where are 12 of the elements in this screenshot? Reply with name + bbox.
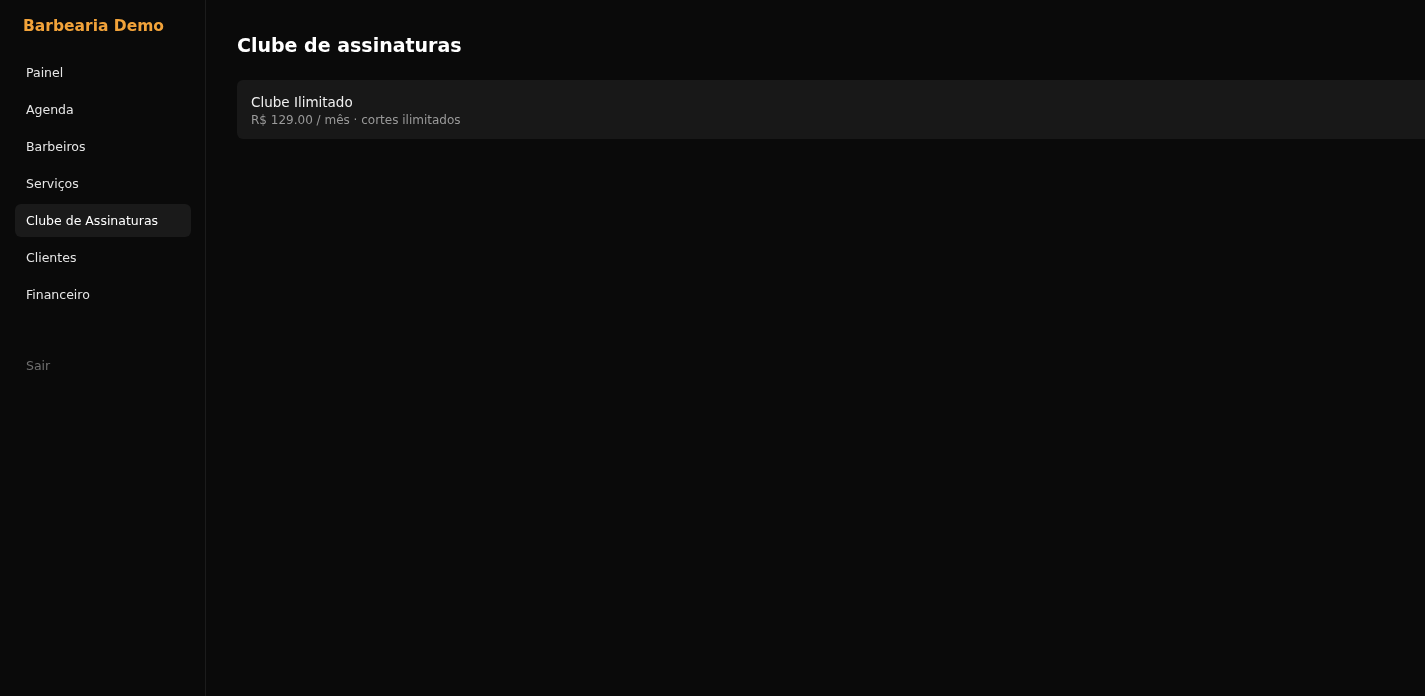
nav-item[interactable]: Painel xyxy=(15,56,191,89)
brand-title: Barbearia Demo xyxy=(22,17,165,35)
nav-item[interactable]: Clientes xyxy=(15,241,191,274)
plan-name: Clube Ilimitado xyxy=(251,94,354,110)
page-title: Clube de assinaturas xyxy=(237,34,463,56)
nav-item[interactable]: Serviços xyxy=(15,167,191,200)
logout-link[interactable]: Sair xyxy=(15,349,191,382)
nav-item[interactable]: Agenda xyxy=(15,93,191,126)
plan-details: R$ 129.00 / mês · cortes ilimitados xyxy=(251,113,462,127)
nav-item[interactable]: Clube de Assinaturas xyxy=(15,204,191,237)
nav-item[interactable]: Financeiro xyxy=(15,278,191,311)
nav-item[interactable]: Barbeiros xyxy=(15,130,191,163)
